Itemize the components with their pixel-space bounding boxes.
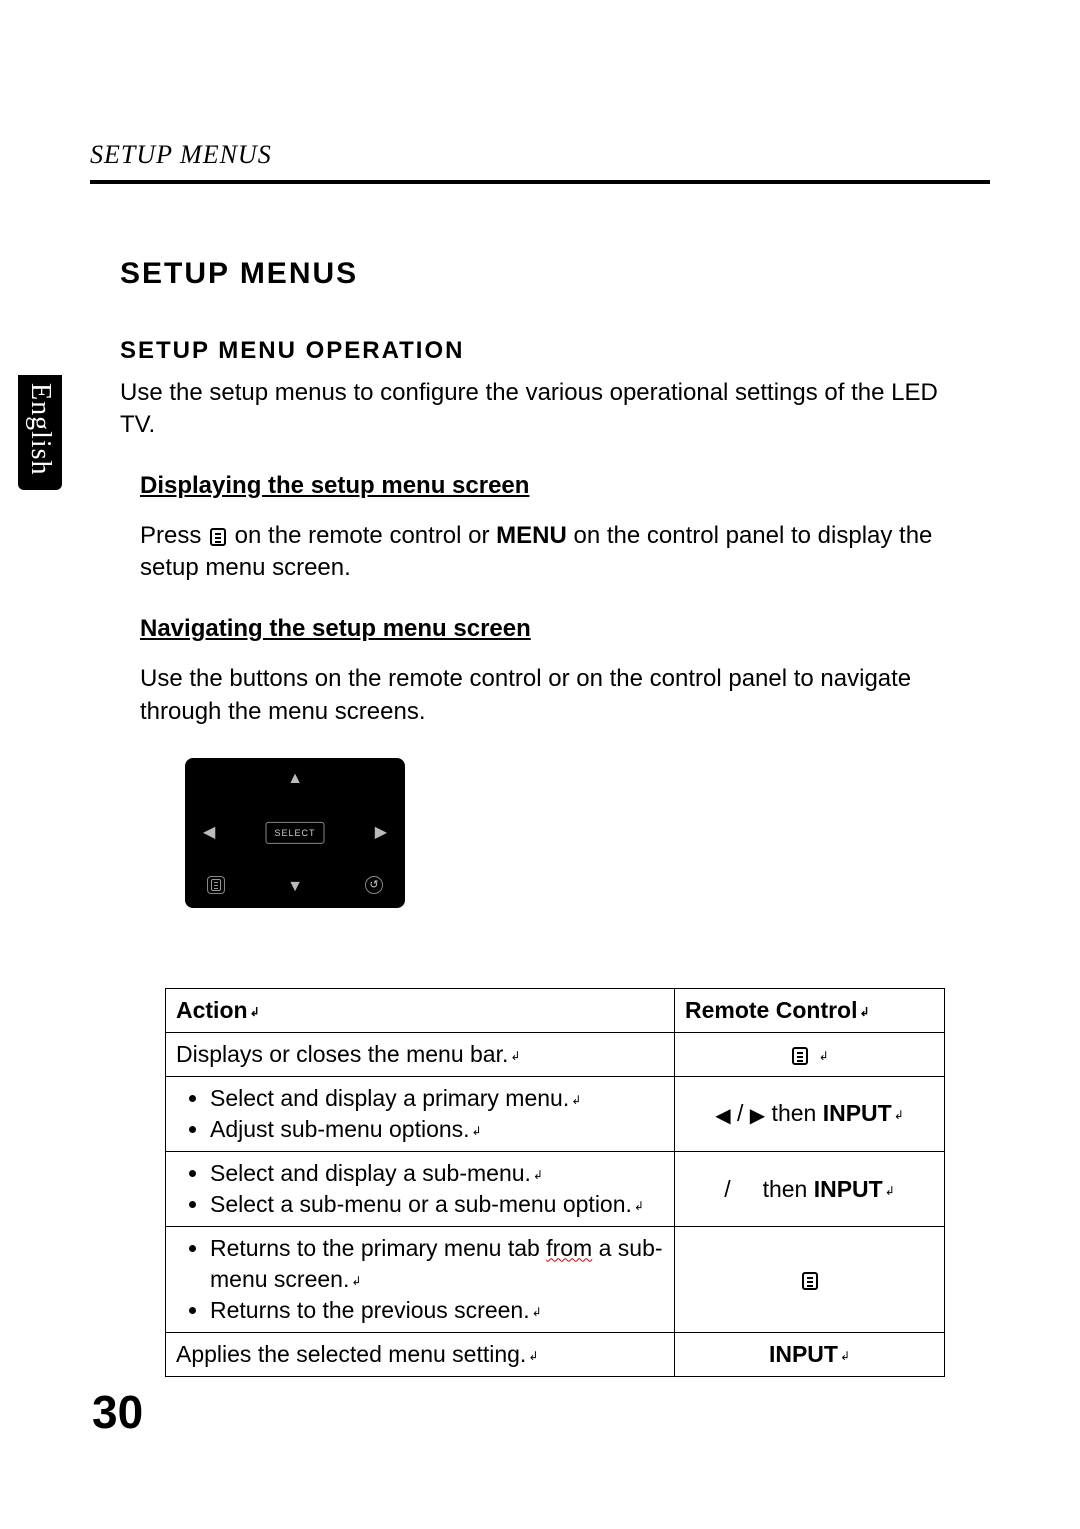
action-cell: Returns to the primary menu tab from a s…	[166, 1227, 675, 1333]
page-title: SETUP MENUS	[120, 254, 960, 295]
paragraph-mark-icon: ↲	[528, 1349, 538, 1363]
list-item: Returns to the previous screen.↲	[210, 1295, 664, 1326]
intro-paragraph: Use the setup menus to configure the var…	[120, 377, 960, 442]
header-rule	[90, 180, 990, 184]
table-row: Applies the selected menu setting.↲ INPU…	[166, 1333, 945, 1377]
right-arrow-icon: ▶	[375, 822, 387, 844]
language-tab: English	[18, 375, 62, 490]
paragraph-mark-icon: ↲	[819, 1049, 829, 1063]
remote-cell: ↲	[675, 1033, 945, 1077]
running-header: SETUP MENUS	[90, 140, 990, 170]
remote-cell: ◀ / ▶ then INPUT↲	[675, 1077, 945, 1152]
action-cell: Displays or closes the menu bar.↲	[166, 1033, 675, 1077]
action-table: Action↲ Remote Control↲ Displays or clos…	[165, 988, 945, 1377]
action-cell: Select and display a sub-menu.↲ Select a…	[166, 1152, 675, 1227]
subhead-navigate: Navigating the setup menu screen	[140, 613, 960, 645]
left-arrow-icon: ◀	[203, 822, 215, 844]
action-cell: Applies the selected menu setting.↲	[166, 1333, 675, 1377]
list-item: Select a sub-menu or a sub-menu option.↲	[210, 1189, 664, 1220]
menu-icon	[207, 876, 225, 894]
section-title: SETUP MENU OPERATION	[120, 335, 960, 367]
action-cell: Select and display a primary menu.↲ Adju…	[166, 1077, 675, 1152]
navigate-paragraph: Use the buttons on the remote control or…	[140, 663, 960, 728]
paragraph-mark-icon: ↲	[533, 1168, 543, 1182]
menu-icon	[802, 1272, 818, 1290]
paragraph-mark-icon: ↲	[351, 1274, 361, 1288]
paragraph-mark-icon: ↲	[894, 1108, 904, 1122]
text: Press	[140, 522, 208, 549]
table-row: Returns to the primary menu tab from a s…	[166, 1227, 945, 1333]
remote-cell	[675, 1227, 945, 1333]
col-remote: Remote Control↲	[675, 989, 945, 1033]
up-arrow-icon: ▲	[287, 768, 303, 790]
display-paragraph: Press on the remote control or MENU on t…	[140, 520, 960, 585]
paragraph-mark-icon: ↲	[885, 1184, 895, 1198]
paragraph-mark-icon: ↲	[532, 1305, 542, 1319]
select-button-label: SELECT	[265, 822, 324, 844]
menu-icon	[210, 528, 226, 546]
back-icon: ↺	[365, 876, 383, 894]
list-item: Select and display a primary menu.↲	[210, 1083, 664, 1114]
subhead-display: Displaying the setup menu screen	[140, 470, 960, 502]
paragraph-mark-icon: ↲	[571, 1093, 581, 1107]
menu-icon	[792, 1047, 808, 1065]
table-row: Displays or closes the menu bar.↲ ↲	[166, 1033, 945, 1077]
list-item: Returns to the primary menu tab from a s…	[210, 1233, 664, 1295]
paragraph-mark-icon: ↲	[634, 1199, 644, 1213]
spellcheck-word: from	[546, 1235, 592, 1261]
list-item: Select and display a sub-menu.↲	[210, 1158, 664, 1189]
remote-cell: / then INPUT↲	[675, 1152, 945, 1227]
paragraph-mark-icon: ↲	[510, 1049, 520, 1063]
col-action: Action↲	[166, 989, 675, 1033]
remote-pad-figure: ▲ ▼ ◀ ▶ SELECT ↺	[185, 758, 960, 908]
down-arrow-icon: ▼	[287, 876, 303, 898]
table-row: Select and display a sub-menu.↲ Select a…	[166, 1152, 945, 1227]
page-number: 30	[92, 1385, 143, 1439]
paragraph-mark-icon: ↲	[860, 1005, 870, 1019]
list-item: Adjust sub-menu options.↲	[210, 1114, 664, 1145]
paragraph-mark-icon: ↲	[840, 1349, 850, 1363]
paragraph-mark-icon: ↲	[472, 1124, 482, 1138]
paragraph-mark-icon: ↲	[250, 1005, 260, 1019]
remote-cell: INPUT↲	[675, 1333, 945, 1377]
left-arrow-icon: ◀	[715, 1103, 730, 1130]
menu-label: MENU	[496, 522, 567, 549]
table-header-row: Action↲ Remote Control↲	[166, 989, 945, 1033]
text: on the remote control or	[228, 522, 496, 549]
right-arrow-icon: ▶	[750, 1103, 765, 1130]
table-row: Select and display a primary menu.↲ Adju…	[166, 1077, 945, 1152]
